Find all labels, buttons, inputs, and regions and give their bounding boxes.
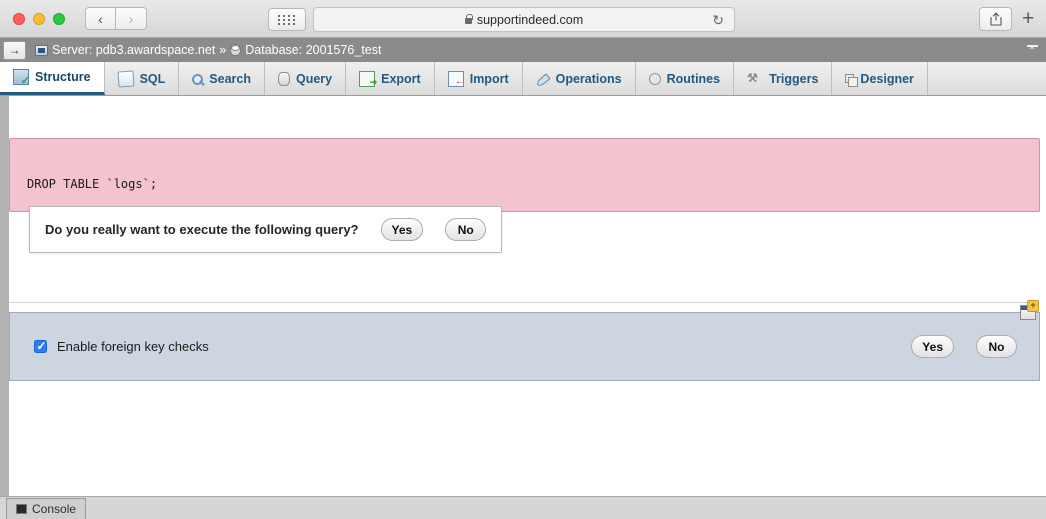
enable-foreign-key-checks-checkbox[interactable] (34, 339, 47, 354)
breadcrumb: → Server: pdb3.awardspace.net » Database… (0, 38, 1046, 62)
tab-export[interactable]: Export (346, 62, 435, 95)
tab-label: Routines (666, 71, 721, 86)
confirm-yes-button[interactable]: Yes (380, 218, 424, 241)
enable-foreign-key-checks-label[interactable]: Enable foreign key checks (57, 339, 209, 354)
share-button[interactable] (979, 7, 1012, 31)
lock-icon (464, 14, 473, 24)
url-text: supportindeed.com (476, 12, 584, 27)
confirm-no-button[interactable]: No (445, 218, 487, 241)
arrow-right-icon: → (8, 43, 21, 57)
foreign-key-bar: Enable foreign key checks Yes No (9, 312, 1040, 381)
fk-yes-button[interactable]: Yes (911, 335, 954, 358)
tab-label: Triggers (769, 71, 819, 86)
main-tabs: Structure SQL Search Query Export Import… (0, 62, 1046, 96)
tab-label: Designer (860, 71, 914, 86)
traffic-lights (13, 12, 65, 25)
sql-icon (117, 69, 135, 88)
tab-label: SQL (139, 71, 166, 86)
breadcrumb-separator: » (219, 43, 227, 57)
tab-label: Operations (555, 71, 622, 86)
tab-label: Query (295, 71, 333, 86)
chevron-left-icon: ‹ (98, 10, 103, 27)
confirm-dialog: Do you really want to execute the follow… (29, 206, 503, 253)
reload-icon[interactable]: ↻ (712, 13, 724, 27)
collapse-icon[interactable]: ⌃ (1024, 42, 1040, 58)
navigation-buttons: ‹ › (85, 7, 147, 30)
tab-import[interactable]: Import (435, 62, 523, 95)
maximize-window-button[interactable] (53, 12, 65, 25)
grid-dots-icon (278, 14, 296, 25)
close-window-button[interactable] (13, 12, 25, 25)
tab-sql[interactable]: SQL (105, 62, 180, 95)
export-icon (359, 70, 377, 88)
sql-query-text: DROP TABLE `logs`; (27, 177, 158, 191)
tab-operations[interactable]: Operations (523, 62, 636, 95)
tab-label: Structure (35, 70, 91, 84)
tab-search[interactable]: Search (179, 62, 265, 95)
divider (9, 302, 1039, 303)
search-icon (192, 73, 204, 85)
foreign-key-buttons: Yes No (911, 335, 1017, 358)
chevron-right-icon: › (128, 10, 134, 27)
new-query-window-icon[interactable] (1020, 300, 1039, 320)
breadcrumb-server-label[interactable]: Server: pdb3.awardspace.net (52, 43, 215, 57)
fk-no-button[interactable]: No (976, 335, 1017, 358)
import-icon (447, 70, 465, 87)
console-bar: Console (0, 496, 1046, 519)
breadcrumb-content: Server: pdb3.awardspace.net » Database: … (35, 43, 381, 57)
tab-label: Import (469, 71, 509, 86)
new-tab-button[interactable]: + (1022, 8, 1034, 29)
structure-icon (13, 69, 30, 87)
query-icon (277, 71, 290, 86)
breadcrumb-database-label[interactable]: Database: 2001576_test (245, 43, 381, 57)
sidebar-toggle-button[interactable]: → (3, 40, 26, 60)
browser-chrome: ‹ › supportindeed.com ↻ + (0, 0, 1046, 38)
tab-routines[interactable]: Routines (636, 62, 735, 95)
share-icon (989, 12, 1002, 26)
tab-label: Export (381, 71, 421, 86)
server-icon (35, 44, 48, 56)
back-button[interactable]: ‹ (85, 7, 116, 30)
forward-button[interactable]: › (116, 7, 147, 30)
triggers-icon: ⚒ (747, 70, 758, 85)
show-all-tabs-button[interactable] (268, 8, 306, 31)
minimize-window-button[interactable] (33, 12, 45, 25)
tab-designer[interactable]: Designer (832, 62, 928, 95)
tab-triggers[interactable]: ⚒ Triggers (734, 62, 833, 95)
designer-icon (845, 74, 859, 87)
confirm-message: Do you really want to execute the follow… (45, 222, 359, 237)
left-rail (0, 96, 9, 496)
console-label: Console (32, 501, 77, 516)
address-bar[interactable]: supportindeed.com ↻ (313, 7, 735, 32)
routines-icon (648, 72, 661, 85)
main-content: DROP TABLE `logs`; Do you really want to… (0, 96, 1046, 496)
console-icon (16, 503, 27, 514)
query-warning-panel: DROP TABLE `logs`; (9, 138, 1040, 212)
operations-icon (534, 73, 551, 88)
database-icon (230, 44, 242, 56)
console-tab[interactable]: Console (6, 497, 87, 519)
tab-query[interactable]: Query (265, 62, 347, 95)
tab-label: Search (209, 71, 251, 86)
tab-structure[interactable]: Structure (0, 62, 105, 95)
